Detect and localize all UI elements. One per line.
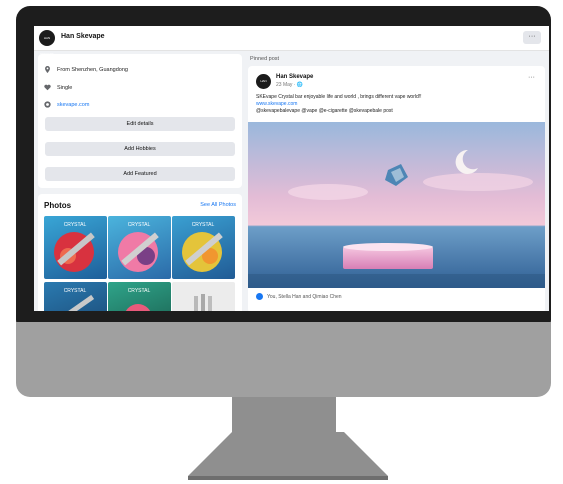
edit-details-button[interactable]: Edit details: [45, 117, 235, 131]
avatar[interactable]: HAN SKEVAPE: [256, 74, 271, 98]
right-column: Pinned post HAN SKEVAPE Han Skevape 23 M…: [248, 50, 545, 311]
location-pin-icon: [45, 66, 50, 73]
photo-thumbnail[interactable]: [172, 282, 235, 311]
svg-text:CRYSTAL: CRYSTAL: [192, 222, 215, 228]
like-reaction-icon: [256, 293, 263, 300]
relationship-text: Single: [57, 84, 73, 91]
website-link[interactable]: skevape.com: [57, 102, 89, 108]
photo-thumbnail[interactable]: CRYSTAL: [44, 282, 107, 311]
post-image[interactable]: [248, 122, 545, 288]
location-row: From Shenzhen, Guangdong: [44, 66, 128, 73]
photos-card: Photos See All Photos CRYSTAL CRYSTAL CR…: [38, 194, 242, 311]
post-more-options-button[interactable]: ···: [528, 74, 535, 81]
photos-title: Photos: [44, 201, 72, 210]
screen: HAN SKEVAPE Han Skevape ··· From Shenzhe…: [34, 26, 549, 311]
photo-thumbnail[interactable]: CRYSTAL: [108, 216, 171, 279]
globe-icon: [44, 101, 51, 108]
page-logo[interactable]: HAN SKEVAPE: [39, 30, 55, 56]
relationship-row: Single: [44, 84, 72, 91]
svg-text:CRYSTAL: CRYSTAL: [64, 222, 87, 228]
heart-icon: [44, 84, 51, 91]
location-text: From Shenzhen, Guangdong: [57, 66, 128, 73]
photo-thumbnail[interactable]: CRYSTAL: [108, 282, 171, 311]
photo-thumbnail[interactable]: CRYSTAL: [44, 216, 107, 279]
intro-card: From Shenzhen, Guangdong Single skevape.…: [38, 54, 242, 188]
see-all-photos-link[interactable]: See All Photos: [200, 202, 236, 208]
pinned-post-label: Pinned post: [250, 56, 280, 62]
monitor-stand-base: [188, 432, 388, 480]
page-title[interactable]: Han Skevape: [61, 33, 105, 40]
svg-text:CRYSTAL: CRYSTAL: [128, 222, 151, 228]
more-options-button[interactable]: ···: [523, 31, 541, 44]
post-date[interactable]: 23 May · 🌐: [276, 82, 303, 88]
svg-text:CRYSTAL: CRYSTAL: [128, 288, 151, 294]
add-featured-button[interactable]: Add Featured: [45, 167, 235, 181]
post-author[interactable]: Han Skevape: [276, 74, 313, 80]
post-text-line: SKEvape Crystal bar enjoyable life and w…: [256, 94, 422, 100]
left-column: From Shenzhen, Guangdong Single skevape.…: [38, 50, 242, 311]
monitor-chin: [16, 322, 551, 397]
pinned-post: HAN SKEVAPE Han Skevape 23 May · 🌐 ··· S…: [248, 66, 545, 311]
post-hashtags: @skevapebalevape @vape @e-cigarette @ske…: [256, 108, 393, 114]
svg-text:CRYSTAL: CRYSTAL: [64, 288, 87, 294]
add-hobbies-button[interactable]: Add Hobbies: [45, 142, 235, 156]
reactions-summary[interactable]: You, Stella Han and Qimiao Chen: [256, 293, 342, 300]
website-row: skevape.com: [44, 101, 89, 108]
page-header: HAN SKEVAPE Han Skevape ···: [34, 26, 549, 56]
reactions-text: You, Stella Han and Qimiao Chen: [267, 293, 342, 300]
post-link[interactable]: www.skevape.com: [256, 101, 297, 107]
photo-thumbnail[interactable]: CRYSTAL: [172, 216, 235, 279]
